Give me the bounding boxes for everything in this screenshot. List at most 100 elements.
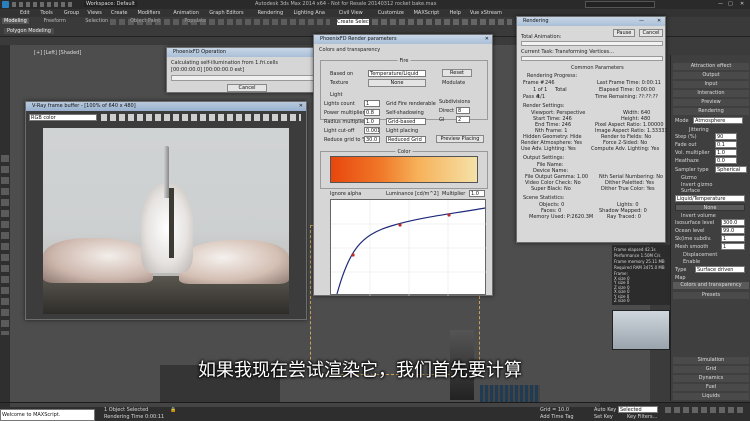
lock-icon[interactable]: 🔒 — [170, 407, 176, 413]
menu-item[interactable]: Modifiers — [138, 10, 161, 16]
heathaze-spinner[interactable]: 0.0 — [715, 157, 737, 164]
grid-fire-checkbox[interactable]: Grid Fire renderable — [386, 101, 436, 107]
reduce-grid-spinner[interactable]: 30.0 — [364, 136, 380, 143]
fuel-rollout[interactable]: Fuel — [673, 384, 749, 391]
vfb-channel-dropdown[interactable]: RGB color — [29, 114, 97, 121]
ribbon-toolbar-icons[interactable] — [110, 19, 330, 25]
luminance-curve[interactable] — [331, 200, 487, 296]
workspace-label[interactable]: Workspace: Default — [84, 1, 137, 7]
ignore-alpha-checkbox[interactable]: Ignore alpha — [330, 191, 361, 197]
liquids-rollout[interactable]: Liquids — [673, 393, 749, 400]
colors-transparency-rollout[interactable]: Colors and transparency — [673, 282, 749, 289]
radius-mult-spinner[interactable]: 1.0 — [364, 118, 380, 125]
fade-out-spinner[interactable]: 0.1 — [715, 141, 737, 148]
ribbon-tab[interactable]: Modeling — [2, 18, 29, 24]
phoenix-op-cancel-button[interactable]: Cancel — [227, 84, 267, 92]
mesh-smooth-spinner[interactable]: 1 — [721, 243, 745, 250]
menu-item[interactable]: Create — [111, 10, 128, 16]
ribbon-subtab[interactable]: Polygon Modeling — [4, 28, 54, 34]
color-gradient-ramp[interactable] — [330, 156, 478, 183]
luminance-curve-editor[interactable] — [330, 199, 487, 296]
rendering-close-icon[interactable]: ✕ — [657, 18, 661, 24]
gi-spinner[interactable]: 2 — [456, 116, 470, 123]
ocean-level-spinner[interactable]: 99.0 — [721, 227, 745, 234]
dynamics-rollout[interactable]: Dynamics — [673, 375, 749, 382]
vfb-toolbar-icons[interactable] — [101, 114, 301, 121]
rendering-minimize-icon[interactable]: — — [639, 18, 644, 24]
vol-mult-spinner[interactable]: 1.0 — [715, 149, 737, 156]
auto-key-button[interactable]: Auto Key — [594, 407, 616, 413]
add-time-tag-button[interactable]: Add Time Tag — [540, 414, 574, 420]
menu-item[interactable]: Lighting Ana — [294, 10, 325, 16]
interaction-rollout[interactable]: Interaction — [673, 90, 749, 97]
app-logo-icon[interactable] — [2, 1, 9, 8]
menu-item[interactable]: Graph Editors — [209, 10, 243, 16]
set-key-button[interactable]: Set Key — [594, 414, 613, 420]
menu-item[interactable]: Help — [450, 10, 461, 16]
skin-subdiv-spinner[interactable]: 1 — [721, 235, 745, 242]
input-rollout[interactable]: Input — [673, 81, 749, 88]
viewport-label[interactable]: [+] [Left] [Shaded] — [34, 50, 81, 56]
light-checkbox[interactable]: Light — [330, 92, 342, 98]
rendering-title-bar[interactable]: Rendering — ✕ — [517, 17, 665, 26]
preview-rollout[interactable]: Preview — [673, 99, 749, 106]
texture-none-button[interactable]: None — [368, 79, 426, 87]
based-on-dropdown[interactable]: Temperature/Liquid — [368, 70, 426, 77]
presets-rollout[interactable]: Presets — [673, 292, 749, 299]
left-toolbar-icons[interactable] — [1, 155, 9, 335]
timeline-slider[interactable] — [10, 403, 600, 407]
render-toolbar-icons[interactable] — [372, 19, 512, 25]
ribbon-tab[interactable]: Freeform — [44, 18, 66, 24]
menu-item[interactable]: Edit — [20, 10, 30, 16]
vfb-close-icon[interactable]: ✕ — [299, 103, 303, 109]
grid-rollout[interactable]: Grid — [673, 366, 749, 373]
phoenix-op-title-bar[interactable]: PhoenixFD Operation — [167, 48, 323, 57]
type-dropdown[interactable]: Surface driven — [695, 266, 745, 273]
rendering-cancel-button[interactable]: Cancel — [639, 29, 663, 37]
menu-item[interactable]: Customize — [378, 10, 404, 16]
menu-item[interactable]: Vue xStream — [470, 10, 502, 16]
ribbon-tab[interactable]: Selection — [85, 18, 108, 24]
phoenix-operation-dialog[interactable]: PhoenixFD Operation Calculating self-ill… — [166, 47, 324, 93]
colors-transparency-tab[interactable]: Colors and transparency — [319, 47, 380, 53]
sampler-dropdown[interactable]: Spherical — [715, 166, 747, 173]
maxscript-listener[interactable]: Welcome to MAXScript. — [0, 409, 95, 421]
isosurface-spinner[interactable]: 300.0 — [721, 219, 745, 226]
pause-button[interactable]: Pause — [613, 29, 635, 37]
menu-item[interactable]: Animation — [173, 10, 199, 16]
key-filters-button[interactable]: Key Filters... — [627, 414, 657, 420]
light-cutoff-spinner[interactable]: 0.001 — [364, 127, 380, 134]
attraction-rollout[interactable]: Attraction effect — [673, 63, 749, 70]
window-close-icon[interactable]: ✕ — [740, 1, 744, 7]
menu-item[interactable]: Views — [87, 10, 101, 16]
surface-dropdown[interactable]: Liquid/Temperature — [675, 195, 745, 202]
mode-dropdown[interactable]: Atmosphere — [693, 117, 743, 124]
render-params-title-bar[interactable]: PhoenixFD Render parameters ✕ — [314, 35, 492, 44]
enable-checkbox[interactable]: Enable — [683, 259, 700, 265]
render-params-close-icon[interactable]: ✕ — [485, 36, 489, 42]
menu-item[interactable]: Rendering — [258, 10, 284, 16]
rendering-rollout[interactable]: Rendering — [673, 108, 749, 115]
multiplier-spinner[interactable]: 1.0 — [469, 190, 485, 197]
vray-frame-buffer-window[interactable]: V-Ray frame buffer - [100% of 640 x 480]… — [25, 101, 307, 320]
selected-dropdown[interactable]: Selected — [618, 406, 658, 413]
invert-volume-checkbox[interactable]: Invert volume — [681, 213, 716, 219]
selection-set-dropdown[interactable]: Create Selection Se — [337, 19, 369, 25]
light-placing-dropdown[interactable]: Reduced Grid — [386, 136, 426, 143]
window-maximize-icon[interactable]: □ — [728, 1, 733, 7]
direct-spinner[interactable]: 8 — [456, 107, 470, 114]
phoenix-render-params-window[interactable]: PhoenixFD Render parameters ✕ Colors and… — [313, 34, 493, 296]
simulation-rollout[interactable]: Simulation — [673, 357, 749, 364]
output-rollout[interactable]: Output — [673, 72, 749, 79]
lights-count-spinner[interactable]: 1 — [364, 100, 380, 107]
power-mult-spinner[interactable]: 0.8 — [364, 109, 380, 116]
window-minimize-icon[interactable]: — — [718, 1, 723, 7]
menu-item[interactable]: Tools — [40, 10, 52, 16]
menu-item[interactable]: Civil View — [339, 10, 363, 16]
reset-button[interactable]: Reset — [442, 69, 472, 77]
step-spinner[interactable]: 90 — [715, 133, 737, 140]
rendering-progress-dialog[interactable]: Rendering — ✕ Total Animation: Pause Can… — [516, 16, 668, 243]
self-shadowing-dropdown[interactable]: Grid-based — [386, 118, 426, 125]
playback-controls[interactable] — [665, 407, 745, 413]
vfb-title-bar[interactable]: V-Ray frame buffer - [100% of 640 x 480]… — [26, 102, 306, 111]
